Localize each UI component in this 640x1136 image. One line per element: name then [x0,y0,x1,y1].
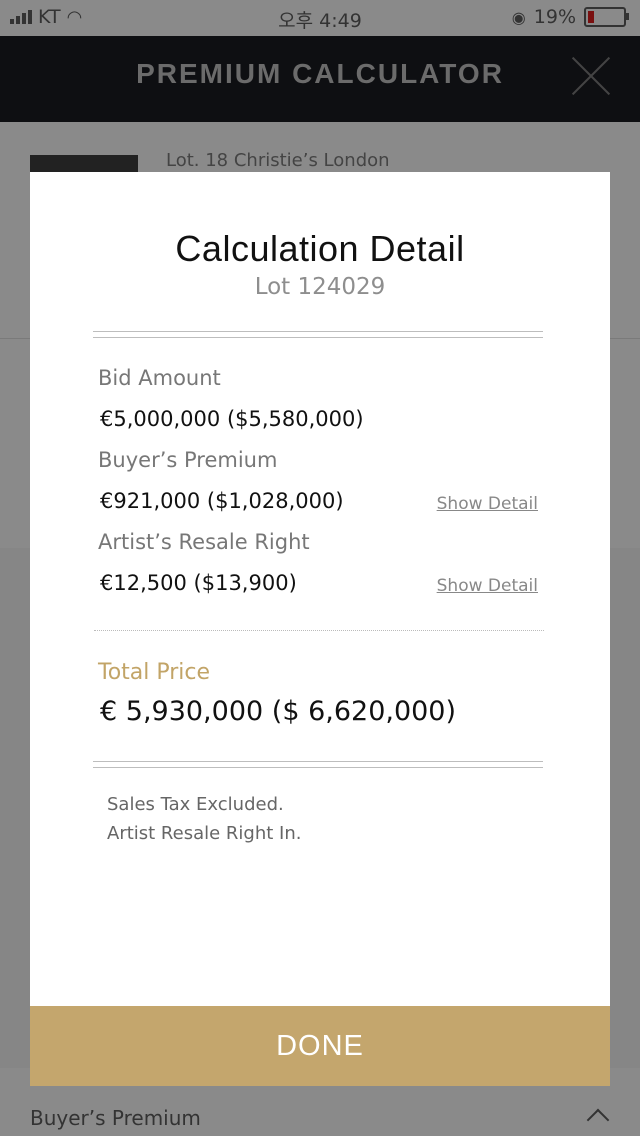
artists-resale-right-value: €12,500 ($13,900) [100,571,297,595]
chevron-up-icon[interactable] [586,1108,610,1132]
battery-icon [584,7,629,27]
section-label: Buyer’s Premium [30,1106,201,1130]
buyers-premium-label: Buyer’s Premium [98,448,278,472]
bid-amount-eur: €5,000,000 [100,407,221,431]
lot-title: Lot. 18 Christie’s London [166,150,390,171]
divider [93,331,543,338]
rotation-lock-icon: ◉ [511,7,526,27]
bid-amount-value: €5,000,000 ($5,580,000) [100,407,364,431]
close-icon[interactable] [572,56,610,94]
app-header: PREMIUM CALCULATOR [0,36,640,122]
total-price-value: € 5,930,000 ($ 6,620,000) [100,696,456,727]
buyers-premium-eur: €921,000 [100,489,201,513]
modal-subtitle: Lot 124029 [254,274,386,300]
note-sales-tax: Sales Tax Excluded. [107,794,284,815]
total-price-usd: ($ 6,620,000) [271,696,457,727]
total-price-eur: € 5,930,000 [100,696,264,727]
bid-amount-label: Bid Amount [98,366,221,390]
divider [93,761,543,768]
modal-title: Calculation Detail [175,228,465,269]
artists-resale-right-label: Artist’s Resale Right [98,530,310,554]
buyers-premium-section[interactable]: Buyer’s Premium [0,1086,640,1136]
note-resale-right: Artist Resale Right In. [107,823,302,844]
battery-percent: 19% [533,6,576,28]
buyers-premium-usd: ($1,028,000) [206,489,344,513]
total-price-label: Total Price [98,660,211,685]
status-bar: KT ◠ 오후 4:49 ◉ 19% [0,0,640,36]
page-title: PREMIUM CALCULATOR [136,58,504,89]
artists-resale-right-show-detail-link[interactable]: Show Detail [437,576,538,596]
bid-amount-usd: ($5,580,000) [226,407,364,431]
artists-resale-right-eur: €12,500 [100,571,187,595]
notes: Sales Tax Excluded. Artist Resale Right … [107,790,301,848]
divider [94,630,544,631]
done-button[interactable]: DONE [30,1006,610,1086]
calculation-detail-modal: Calculation Detail Lot 124029 Bid Amount… [30,172,610,1086]
buyers-premium-show-detail-link[interactable]: Show Detail [437,494,538,514]
artists-resale-right-usd: ($13,900) [193,571,297,595]
buyers-premium-value: €921,000 ($1,028,000) [100,489,344,513]
